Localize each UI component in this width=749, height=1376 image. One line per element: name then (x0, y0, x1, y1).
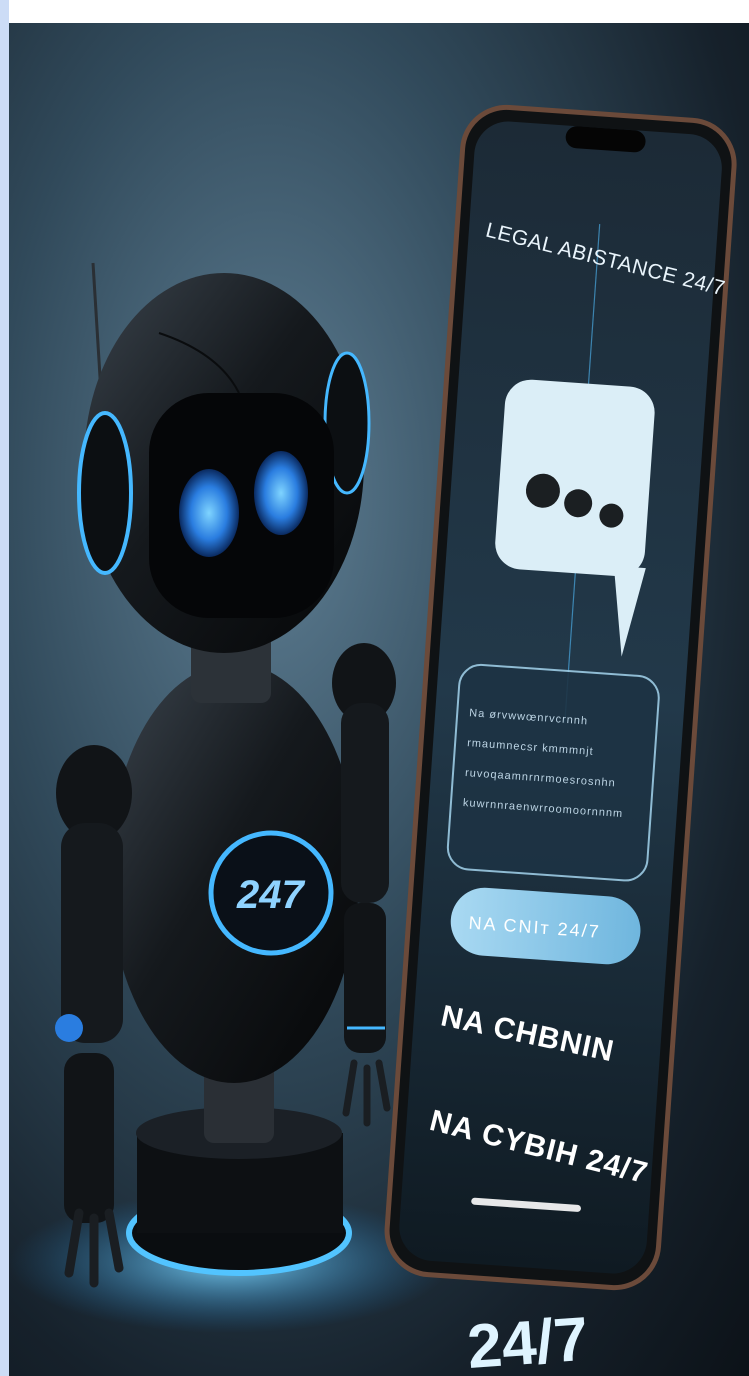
top-margin (0, 0, 749, 23)
robot-right-arm (332, 643, 396, 1127)
robot: 247 (55, 262, 396, 1288)
robot-left-ear (77, 411, 133, 575)
robot-right-eye (254, 451, 308, 535)
smartphone: LEGAL ABISTANCE 24/7 Na ørvwwœnrvcrnnh r… (384, 104, 737, 1291)
robot-antenna (91, 262, 103, 394)
left-margin-strip (0, 0, 9, 1376)
chest-text: 247 (236, 873, 305, 917)
robot-left-eye (179, 469, 239, 557)
illustration-canvas: LEGAL ABISTANCE 24/7 Na ørvwwœnrvcrnnh r… (9, 104, 737, 1376)
floor-text: 24/7 (465, 1305, 590, 1376)
photo-scene: LEGAL ABISTANCE 24/7 Na ørvwwœnrvcrnnh r… (9, 23, 749, 1376)
